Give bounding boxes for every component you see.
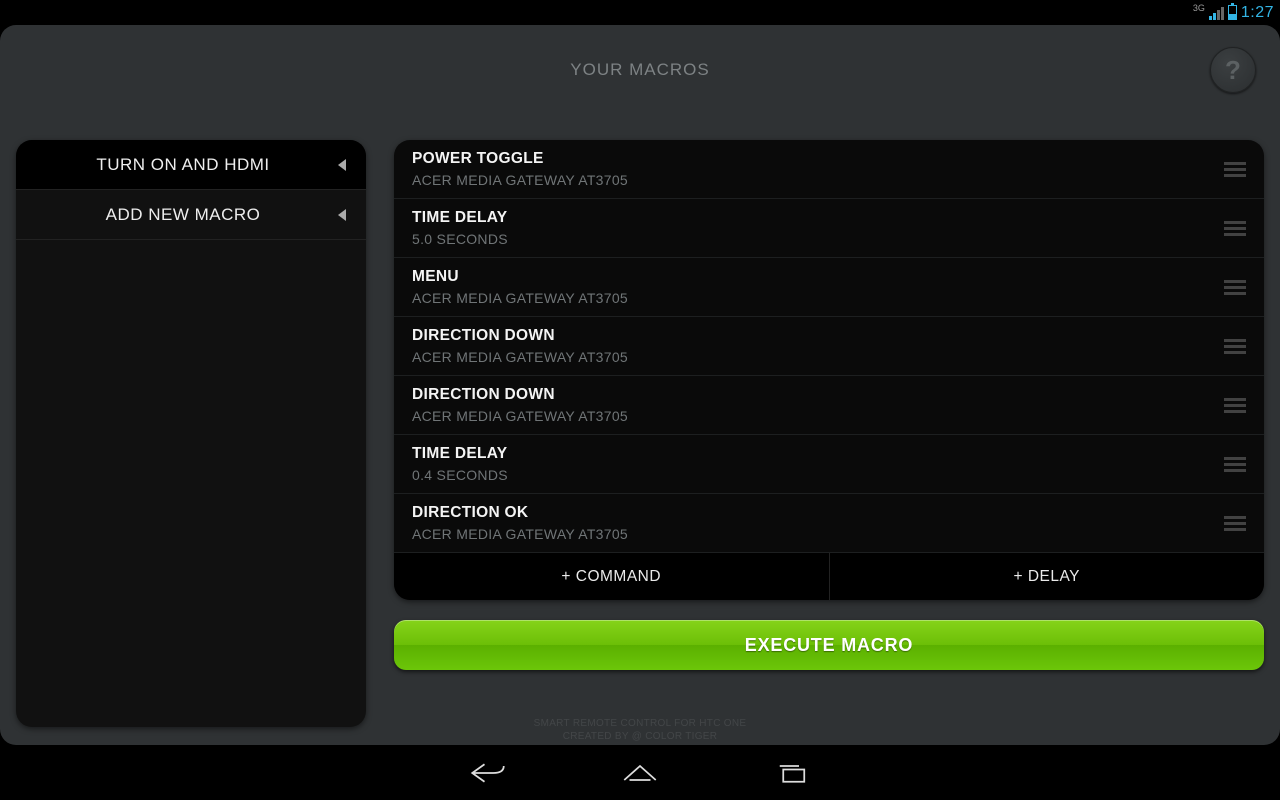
command-row[interactable]: DIRECTION OK ACER MEDIA GATEWAY AT3705 (394, 494, 1264, 553)
sidebar-item-label: TURN ON AND HDMI (28, 155, 338, 175)
command-subtitle: 5.0 SECONDS (412, 231, 1224, 247)
command-text: DIRECTION OK ACER MEDIA GATEWAY AT3705 (412, 504, 1224, 542)
command-text: TIME DELAY 5.0 SECONDS (412, 209, 1224, 247)
android-nav-bar (0, 745, 1280, 800)
recent-apps-icon (771, 758, 813, 788)
battery-icon (1228, 5, 1237, 20)
drag-handle-icon[interactable] (1224, 339, 1246, 354)
macro-steps-panel: POWER TOGGLE ACER MEDIA GATEWAY AT3705 TIM… (394, 140, 1264, 600)
command-row[interactable]: TIME DELAY 5.0 SECONDS (394, 199, 1264, 258)
command-title: MENU (412, 268, 1224, 286)
question-icon: ? (1225, 55, 1241, 86)
command-subtitle: 0.4 SECONDS (412, 467, 1224, 483)
main-panel: POWER TOGGLE ACER MEDIA GATEWAY AT3705 TIM… (394, 140, 1264, 727)
command-row[interactable]: POWER TOGGLE ACER MEDIA GATEWAY AT3705 (394, 140, 1264, 199)
add-command-button[interactable]: + COMMAND (394, 553, 830, 600)
chevron-left-icon (338, 159, 346, 171)
nav-recent-button[interactable] (771, 757, 813, 789)
clock-label: 1:27 (1241, 4, 1274, 22)
drag-handle-icon[interactable] (1224, 516, 1246, 531)
command-text: MENU ACER MEDIA GATEWAY AT3705 (412, 268, 1224, 306)
help-button[interactable]: ? (1210, 47, 1256, 93)
sidebar-item[interactable]: ADD NEW MACRO (16, 190, 366, 240)
drag-handle-icon[interactable] (1224, 221, 1246, 236)
command-title: TIME DELAY (412, 209, 1224, 227)
add-row: + COMMAND + DELAY (394, 553, 1264, 600)
drag-handle-icon[interactable] (1224, 280, 1246, 295)
command-text: DIRECTION DOWN ACER MEDIA GATEWAY AT3705 (412, 386, 1224, 424)
command-title: TIME DELAY (412, 445, 1224, 463)
sidebar-item-label: ADD NEW MACRO (28, 205, 338, 225)
drag-handle-icon[interactable] (1224, 162, 1246, 177)
page-title: YOUR MACROS (570, 60, 709, 80)
command-subtitle: ACER MEDIA GATEWAY AT3705 (412, 408, 1224, 424)
android-status-bar: 3G 1:27 (0, 0, 1280, 25)
command-row[interactable]: DIRECTION DOWN ACER MEDIA GATEWAY AT3705 (394, 317, 1264, 376)
command-text: TIME DELAY 0.4 SECONDS (412, 445, 1224, 483)
network-type-label: 3G (1193, 3, 1205, 13)
command-row[interactable]: TIME DELAY 0.4 SECONDS (394, 435, 1264, 494)
command-title: DIRECTION DOWN (412, 327, 1224, 345)
back-icon (467, 758, 509, 788)
home-icon (619, 758, 661, 788)
command-subtitle: ACER MEDIA GATEWAY AT3705 (412, 172, 1224, 188)
command-row[interactable]: DIRECTION DOWN ACER MEDIA GATEWAY AT3705 (394, 376, 1264, 435)
command-subtitle: ACER MEDIA GATEWAY AT3705 (412, 526, 1224, 542)
command-row[interactable]: MENU ACER MEDIA GATEWAY AT3705 (394, 258, 1264, 317)
command-text: POWER TOGGLE ACER MEDIA GATEWAY AT3705 (412, 150, 1224, 188)
sidebar-item[interactable]: TURN ON AND HDMI (16, 140, 366, 190)
nav-home-button[interactable] (619, 757, 661, 789)
add-delay-button[interactable]: + DELAY (830, 553, 1265, 600)
footer-credit: SMART REMOTE CONTROL FOR HTC ONE CREATED… (0, 718, 1280, 743)
macro-sidebar: TURN ON AND HDMI ADD NEW MACRO (16, 140, 366, 727)
command-subtitle: ACER MEDIA GATEWAY AT3705 (412, 349, 1224, 365)
command-subtitle: ACER MEDIA GATEWAY AT3705 (412, 290, 1224, 306)
chevron-left-icon (338, 209, 346, 221)
execute-macro-button[interactable]: EXECUTE MACRO (394, 620, 1264, 670)
command-text: DIRECTION DOWN ACER MEDIA GATEWAY AT3705 (412, 327, 1224, 365)
signal-icon (1209, 6, 1224, 20)
command-title: DIRECTION OK (412, 504, 1224, 522)
app-window: YOUR MACROS ? TURN ON AND HDMI ADD NEW MA… (0, 25, 1280, 745)
nav-back-button[interactable] (467, 757, 509, 789)
drag-handle-icon[interactable] (1224, 398, 1246, 413)
drag-handle-icon[interactable] (1224, 457, 1246, 472)
app-header: YOUR MACROS ? (0, 25, 1280, 115)
command-title: POWER TOGGLE (412, 150, 1224, 168)
command-title: DIRECTION DOWN (412, 386, 1224, 404)
